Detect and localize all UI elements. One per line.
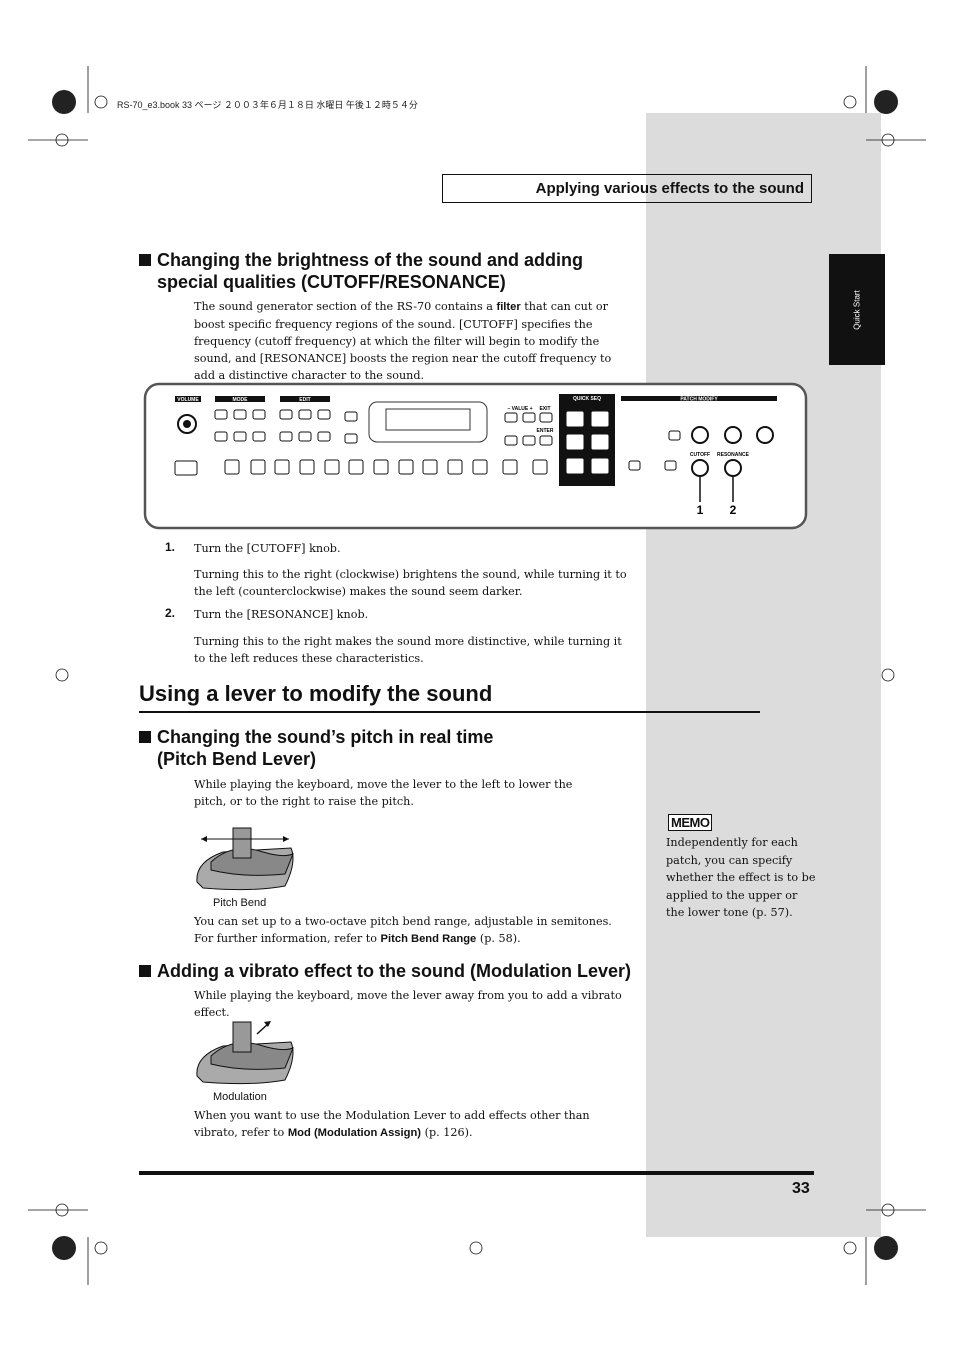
cutoff-label: CUTOFF	[690, 452, 710, 458]
step-number: 2.	[165, 606, 176, 620]
step-detail: Turning this to the right makes the soun…	[194, 635, 622, 665]
modulation-reference: When you want to use the Modulation Leve…	[194, 1109, 590, 1139]
patch-modify-label: PATCH MODIFY	[680, 397, 718, 403]
step-title: Turn the [CUTOFF] knob.	[194, 542, 341, 555]
memo-text: Independently for each patch, you can sp…	[666, 836, 816, 920]
section-heading-cutoff: Changing the brightness of the sound and…	[139, 249, 583, 293]
modulation-lever-illustration	[196, 1021, 294, 1085]
pitch-bend-lever-illustration	[196, 827, 294, 891]
main-heading: Using a lever to modify the sound	[139, 681, 493, 706]
section-heading-modulation: Adding a vibrato effect to the sound (Mo…	[139, 960, 631, 982]
step-detail: Turning this to the right (clockwise) br…	[194, 568, 627, 598]
footer-rule	[139, 1171, 814, 1175]
volume-label: VOLUME	[177, 397, 199, 403]
pitch-bend-range-text: You can set up to a two-octave pitch ben…	[194, 915, 612, 928]
square-bullet-icon	[139, 731, 151, 743]
pitch-bend-caption: Pitch Bend	[213, 897, 267, 909]
memo-icon: MEMO	[668, 814, 713, 831]
heading-rule	[139, 711, 760, 713]
heading-line: special qualities (CUTOFF/RESONANCE)	[157, 272, 506, 292]
exit-label: EXIT	[539, 406, 550, 412]
section-heading-pitch-bend: Changing the sound’s pitch in real time …	[139, 726, 493, 770]
square-bullet-icon	[139, 254, 151, 266]
heading-line: Changing the brightness of the sound and…	[157, 250, 583, 270]
modulation-caption: Modulation	[213, 1091, 267, 1103]
quick-seq-label: QUICK SEQ	[573, 396, 601, 402]
resonance-label: RESONANCE	[717, 452, 750, 458]
front-panel-diagram: VOLUME MODE EDIT – VALUE + EXIT ENTER QU…	[143, 382, 808, 530]
pitch-bend-reference: For further information, refer to Pitch …	[194, 932, 521, 945]
page-number: 33	[792, 1180, 810, 1197]
mode-label: MODE	[233, 397, 249, 403]
pitch-bend-text: While playing the keyboard, move the lev…	[194, 778, 573, 808]
enter-label: ENTER	[537, 428, 554, 434]
running-header: Applying various effects to the sound	[442, 174, 812, 203]
value-label: – VALUE +	[507, 406, 532, 412]
callout-1: 1	[697, 503, 704, 517]
step-title: Turn the [RESONANCE] knob.	[194, 608, 369, 621]
book-info: RS-70_e3.book 33 ページ ２００３年６月１８日 水曜日 午後１２…	[117, 100, 418, 110]
edit-label: EDIT	[299, 397, 310, 403]
intro-paragraph: The sound generator section of the RS-70…	[194, 300, 612, 382]
callout-2: 2	[730, 503, 737, 517]
square-bullet-icon	[139, 965, 151, 977]
step-number: 1.	[165, 540, 176, 554]
